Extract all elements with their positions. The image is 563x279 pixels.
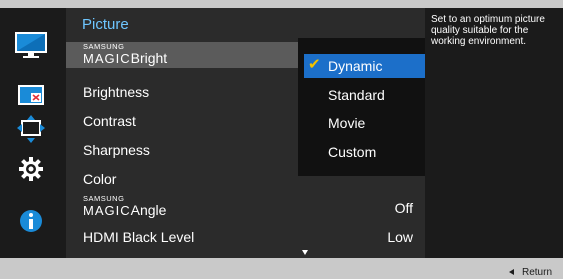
return-button[interactable]: Return: [509, 267, 552, 278]
picture-menu-panel: Picture SAMSUNG MAGICBright Brightness C…: [66, 8, 486, 258]
samsung-magic-label: SAMSUNG MAGICAngle: [83, 194, 167, 218]
menu-item-label: HDMI Black Level: [83, 229, 195, 245]
menu-item-label: Contrast: [83, 113, 136, 129]
menu-item-label: Color: [83, 171, 117, 187]
menu-item-magic-angle[interactable]: SAMSUNG MAGICAngle Off: [66, 194, 425, 220]
left-icon-bar: [0, 8, 66, 258]
back-arrow-icon: [509, 269, 514, 276]
description-text: Set to an optimum picture quality suitab…: [431, 14, 545, 47]
position-icon[interactable]: [14, 114, 48, 144]
panel-title: Picture: [82, 16, 129, 33]
samsung-magic-label: SAMSUNG MAGICBright: [83, 42, 168, 66]
menu-item-value: Off: [394, 200, 413, 216]
menu-item-label: Brightness: [83, 84, 150, 100]
menu-item-value: Low: [387, 229, 413, 245]
checkmark-icon: ✔: [308, 56, 321, 73]
settings-gear-icon[interactable]: [14, 154, 48, 184]
menu-item-hdmi-black-level[interactable]: HDMI Black Level Low: [66, 223, 425, 249]
menu-item-label: Sharpness: [83, 142, 150, 158]
screen-adjust-icon[interactable]: [14, 80, 48, 110]
picture-icon[interactable]: [14, 30, 48, 60]
bottom-bar: [0, 258, 563, 279]
osd-window: Picture SAMSUNG MAGICBright Brightness C…: [0, 0, 563, 279]
info-icon[interactable]: [14, 206, 48, 236]
scroll-down-arrow-icon[interactable]: [302, 250, 308, 255]
